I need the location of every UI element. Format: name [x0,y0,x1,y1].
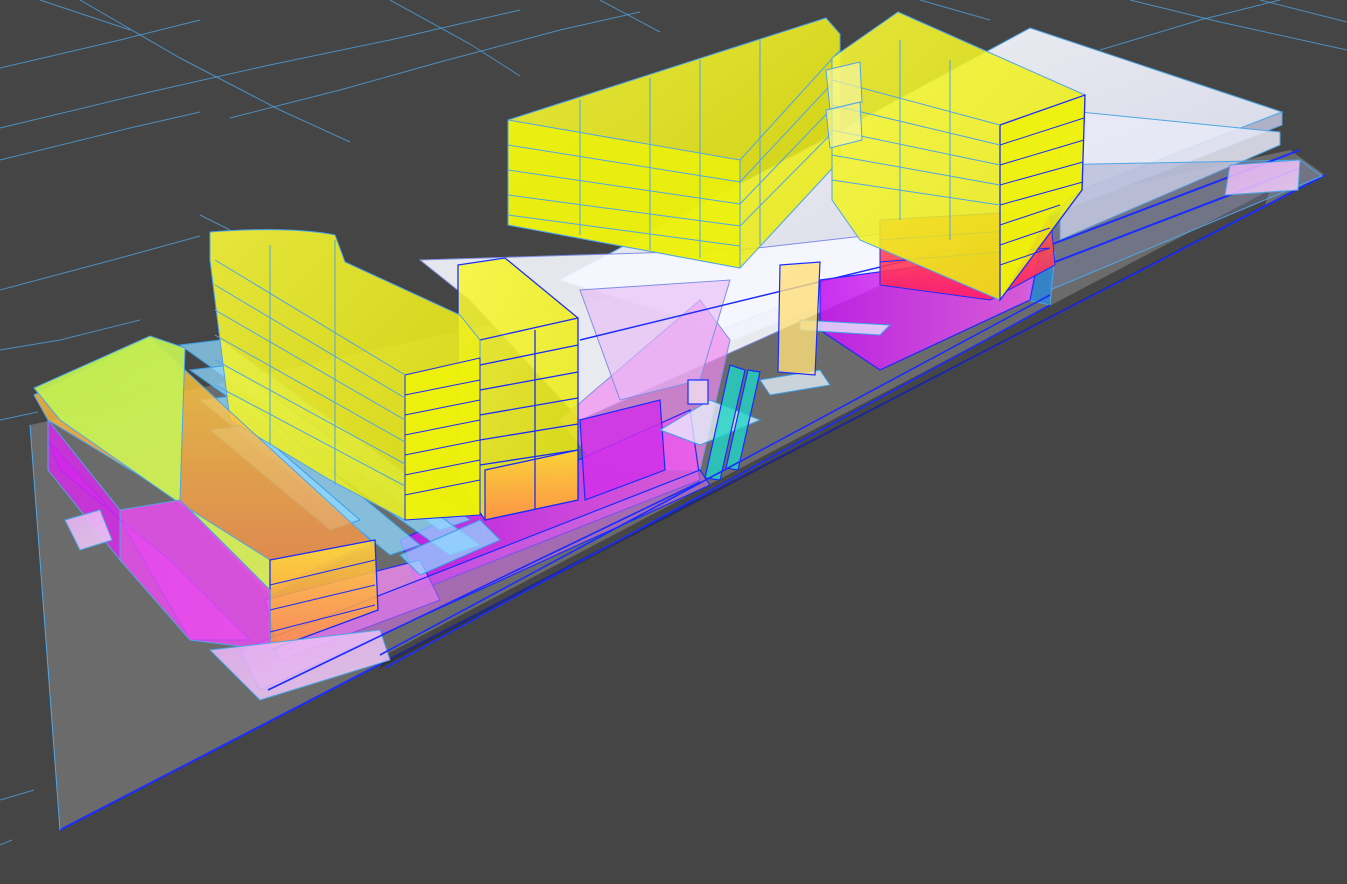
3d-viewport[interactable] [0,0,1347,884]
skybridge [825,61,863,149]
model-canvas[interactable] [0,0,1347,884]
